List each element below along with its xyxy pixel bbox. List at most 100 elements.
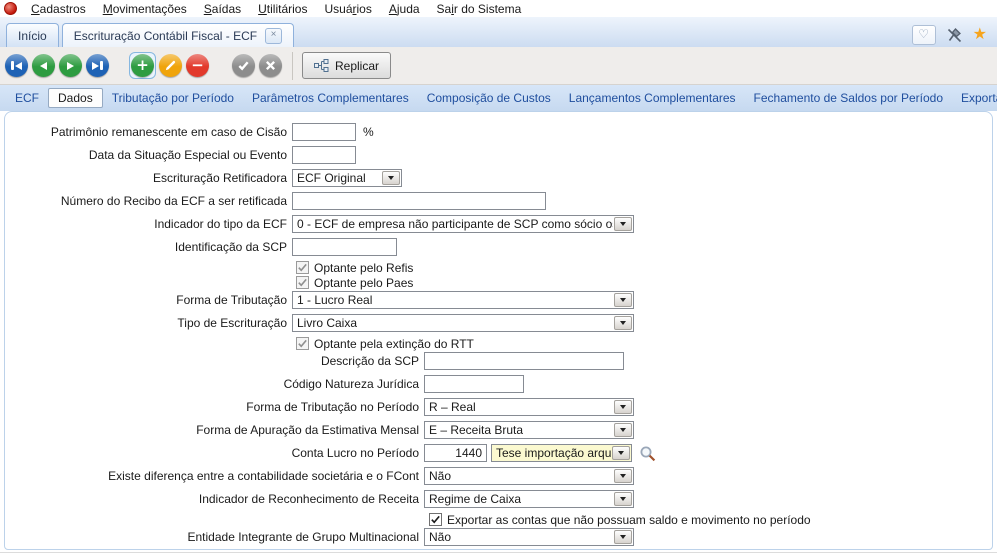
tab-ecf[interactable]: ECF xyxy=(6,88,48,108)
dropdown-arrow-icon[interactable] xyxy=(614,469,632,483)
search-magnifier-icon[interactable] xyxy=(639,445,656,462)
form-row: Descrição da SCP xyxy=(5,352,992,370)
tab-dados[interactable]: Dados xyxy=(48,88,103,108)
menu-item-utilitarios[interactable]: Utilitários xyxy=(250,2,316,16)
cancel-button[interactable] xyxy=(259,54,282,77)
conta-lucro-periodo-label: Conta Lucro no Período xyxy=(291,446,419,460)
favorites-heart-button[interactable]: ♡ xyxy=(911,25,936,45)
escrituracao-retificadora-combo[interactable]: ECF Original xyxy=(292,169,402,187)
optante-refis-label: Optante pelo Refis xyxy=(314,260,414,275)
menu-item-saidas[interactable]: Saídas xyxy=(196,2,250,16)
page-tab-bar: ECF Dados Tributação por Período Parâmetros… xyxy=(0,85,997,111)
dropdown-arrow-icon[interactable] xyxy=(382,171,400,185)
exportar-contas-sem-saldo-label: Exportar as contas que não possuam saldo… xyxy=(447,512,811,527)
identificacao-scp-input[interactable] xyxy=(292,238,397,256)
dropdown-arrow-icon[interactable] xyxy=(614,492,632,506)
form-row: Conta Lucro no Período 1440 Tese importaçã… xyxy=(5,444,992,462)
bottom-divider xyxy=(0,552,997,553)
entidade-grupo-multinacional-combo[interactable]: Não xyxy=(424,528,634,546)
form-row: Patrimônio remanescente em caso de Cisão… xyxy=(5,123,992,141)
data-situacao-especial-label: Data da Situação Especial ou Evento xyxy=(88,148,287,162)
confirm-button[interactable] xyxy=(232,54,255,77)
tab-composicao-de-custos[interactable]: Composição de Custos xyxy=(418,88,560,108)
forma-tributacao-periodo-combo[interactable]: R – Real xyxy=(424,398,634,416)
window-tab-inicio[interactable]: Início xyxy=(6,23,59,47)
tab-lancamentos-complementares[interactable]: Lançamentos Complementares xyxy=(560,88,745,108)
form-row: Forma de Tributação 1 - Lucro Real xyxy=(5,291,992,309)
menu-bar: Cadastros Movimentações Saídas Utilitários U… xyxy=(0,0,997,17)
tab-tributacao-por-periodo[interactable]: Tributação por Período xyxy=(103,88,243,108)
delete-record-button[interactable]: − xyxy=(186,54,209,77)
app-window: Cadastros Movimentações Saídas Utilitários U… xyxy=(0,0,997,560)
existe-diferenca-fcont-label: Existe diferença entre a contabilidade s… xyxy=(108,469,419,483)
tipo-escrituracao-combo[interactable]: Livro Caixa xyxy=(292,314,634,332)
dropdown-arrow-icon[interactable] xyxy=(614,530,632,544)
dropdown-arrow-icon[interactable] xyxy=(614,316,632,330)
window-tab-ecf[interactable]: Escrituração Contábil Fiscal - ECF × xyxy=(61,23,295,47)
forma-tributacao-periodo-label: Forma de Tributação no Período xyxy=(246,400,419,414)
first-record-button[interactable] xyxy=(5,54,28,77)
menu-item-sair-do-sistema[interactable]: Sair do Sistema xyxy=(429,2,531,16)
codigo-natureza-juridica-label: Código Natureza Jurídica xyxy=(283,377,419,391)
previous-record-button[interactable] xyxy=(32,54,55,77)
last-record-button[interactable] xyxy=(86,54,109,77)
form-row: Entidade Integrante de Grupo Multinacion… xyxy=(5,528,992,546)
numero-recibo-ecf-label: Número do Recibo da ECF a ser retificada xyxy=(60,194,287,208)
dropdown-arrow-icon[interactable] xyxy=(612,446,630,460)
close-tab-icon[interactable]: × xyxy=(265,27,283,44)
form-panel: Patrimônio remanescente em caso de Cisão… xyxy=(4,111,993,550)
dropdown-arrow-icon[interactable] xyxy=(614,423,632,437)
numero-recibo-ecf-input[interactable] xyxy=(292,192,546,210)
replicate-icon xyxy=(314,59,329,72)
menu-item-usuarios[interactable]: Usuários xyxy=(316,2,380,16)
form-row: Número do Recibo da ECF a ser retificada xyxy=(5,192,992,210)
optante-extincao-rtt-label: Optante pela extinção do RTT xyxy=(314,336,474,351)
window-tab-label: Início xyxy=(18,28,47,43)
tab-fechamento-de-saldos-por-periodo[interactable]: Fechamento de Saldos por Período xyxy=(745,88,952,108)
favorite-star-icon[interactable]: ★ xyxy=(973,27,987,43)
forma-apuracao-estimativa-mensal-combo[interactable]: E – Receita Bruta xyxy=(424,421,634,439)
form-row: Optante pela extinção do RTT xyxy=(5,336,992,351)
menu-item-movimentacoes[interactable]: Movimentações xyxy=(95,2,196,16)
dropdown-arrow-icon[interactable] xyxy=(614,217,632,231)
edit-record-button[interactable] xyxy=(159,54,182,77)
forma-tributacao-label: Forma de Tributação xyxy=(176,293,287,307)
indicador-reconhecimento-receita-combo[interactable]: Regime de Caixa xyxy=(424,490,634,508)
next-record-button[interactable] xyxy=(59,54,82,77)
conta-lucro-periodo-code-input[interactable]: 1440 xyxy=(424,444,487,462)
menu-item-ajuda[interactable]: Ajuda xyxy=(381,2,429,16)
window-tab-label: Escrituração Contábil Fiscal - ECF xyxy=(73,28,258,43)
window-tab-strip: Início Escrituração Contábil Fiscal - EC… xyxy=(0,17,997,47)
conta-lucro-periodo-combo[interactable]: Tese importação arquivo xyxy=(491,444,632,462)
replicar-button[interactable]: Replicar xyxy=(302,52,392,79)
data-situacao-especial-input[interactable] xyxy=(292,146,356,164)
descricao-scp-input[interactable] xyxy=(424,352,624,370)
form-row: Escrituração Retificadora ECF Original xyxy=(5,169,992,187)
tab-exportacao[interactable]: Exportação xyxy=(952,88,997,108)
dropdown-arrow-icon[interactable] xyxy=(614,293,632,307)
form-row: Existe diferença entre a contabilidade s… xyxy=(5,467,992,485)
form-row: Identificação da SCP xyxy=(5,238,992,256)
menu-item-cadastros[interactable]: Cadastros xyxy=(23,2,95,16)
exportar-contas-sem-saldo-checkbox[interactable] xyxy=(429,513,442,526)
add-record-button[interactable]: + xyxy=(131,54,154,77)
unpin-icon[interactable] xyxy=(947,27,962,43)
tab-parametros-complementares[interactable]: Parâmetros Complementares xyxy=(243,88,418,108)
app-logo-icon xyxy=(4,2,17,15)
dropdown-arrow-icon[interactable] xyxy=(614,400,632,414)
indicador-tipo-ecf-combo[interactable]: 0 - ECF de empresa não participante de S… xyxy=(292,215,634,233)
entidade-grupo-multinacional-label: Entidade Integrante de Grupo Multinacion… xyxy=(187,530,420,544)
patrimonio-remanescente-cisao-label: Patrimônio remanescente em caso de Cisão xyxy=(50,125,287,139)
form-row: Indicador de Reconhecimento de Receita Re… xyxy=(5,490,992,508)
forma-tributacao-combo[interactable]: 1 - Lucro Real xyxy=(292,291,634,309)
codigo-natureza-juridica-input[interactable] xyxy=(424,375,524,393)
escrituracao-retificadora-label: Escrituração Retificadora xyxy=(152,171,287,185)
form-row: Forma de Tributação no Período R – Real xyxy=(5,398,992,416)
patrimonio-remanescente-cisao-input[interactable] xyxy=(292,123,356,141)
existe-diferenca-fcont-combo[interactable]: Não xyxy=(424,467,634,485)
descricao-scp-label: Descrição da SCP xyxy=(320,354,419,368)
indicador-tipo-ecf-label: Indicador do tipo da ECF xyxy=(154,217,287,231)
toolbar-separator xyxy=(292,51,293,80)
patrimonio-remanescente-cisao-suffix: % xyxy=(363,125,374,139)
form-row: Forma de Apuração da Estimativa Mensal E … xyxy=(5,421,992,439)
